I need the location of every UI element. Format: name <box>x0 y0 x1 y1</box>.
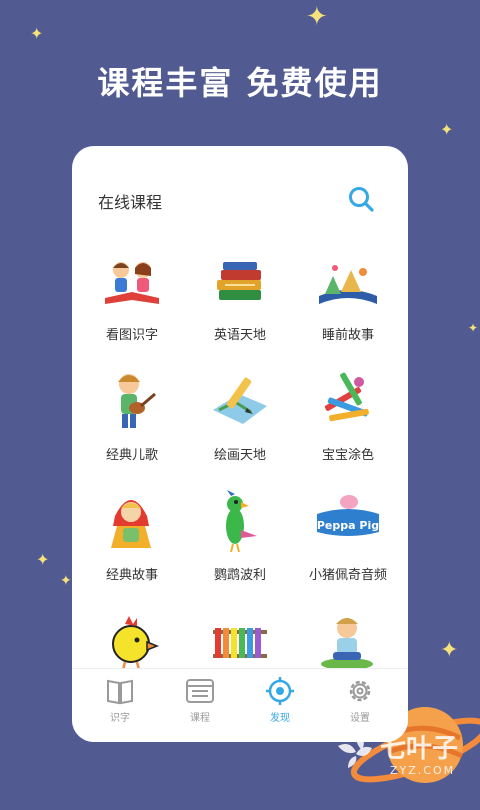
peppa-pig-logo-icon: Peppa Pig <box>317 495 379 536</box>
course-label: 鹦鹉波利 <box>213 568 266 583</box>
headline: 课程丰富 免费使用 <box>97 64 383 102</box>
course-list-icon <box>186 679 214 703</box>
course-label: 经典故事 <box>105 568 158 583</box>
course-label: 宝宝涂色 <box>321 448 374 463</box>
xylophone-icon <box>213 628 267 658</box>
course-item[interactable]: 经典儿歌 <box>76 358 188 478</box>
course-item[interactable]: 宝宝涂色 <box>292 358 404 478</box>
star-icon: ✦ <box>468 321 479 335</box>
star-icon: ✦ <box>440 120 454 139</box>
boy-sitting-icon <box>321 618 373 670</box>
chick-icon <box>112 616 160 671</box>
course-item[interactable]: 看图识字 <box>76 238 188 358</box>
target-icon <box>266 677 294 705</box>
star-icon: ✦ <box>30 24 44 43</box>
kids-reading-icon <box>105 262 159 304</box>
tab-discover[interactable]: 发现 <box>238 669 322 742</box>
section-title: 在线课程 <box>98 193 163 212</box>
girl-doll-icon <box>111 500 151 548</box>
tab-courses[interactable]: 课程 <box>158 669 242 742</box>
app-card: 在线课程 看图识字 英语天地 睡前故事 经典儿歌 绘画天地 宝宝涂色 经典故事 … <box>72 146 408 742</box>
leaf-logo-icon <box>338 730 372 768</box>
course-label: 睡前故事 <box>321 328 374 343</box>
search-icon[interactable] <box>346 184 376 214</box>
book-icon <box>107 679 133 705</box>
watermark-text: 七叶子 <box>380 734 459 764</box>
star-icon: ✦ <box>36 550 50 569</box>
storybook-icon <box>319 265 377 304</box>
parrot-icon <box>226 490 257 553</box>
crayons-icon <box>324 372 369 422</box>
tab-label: 识字 <box>110 713 130 724</box>
course-item[interactable]: 绘画天地 <box>184 358 296 478</box>
peppa-logo-text: Peppa Pig <box>317 519 379 532</box>
course-item[interactable]: Peppa Pig 小猪佩奇音频 <box>292 478 404 598</box>
course-label: 小猪佩奇音频 <box>308 568 387 583</box>
course-item[interactable]: 经典故事 <box>76 478 188 598</box>
star-icon: ✦ <box>60 573 72 589</box>
course-label: 经典儿歌 <box>105 448 158 463</box>
course-label: 英语天地 <box>213 328 266 343</box>
star-icon: ✦ <box>306 2 328 32</box>
star-icon: ✦ <box>440 638 459 663</box>
tab-label: 发现 <box>270 713 290 724</box>
tab-literacy[interactable]: 识字 <box>78 669 162 742</box>
gear-icon <box>349 680 371 702</box>
pencil-drawing-icon <box>213 377 267 424</box>
tab-label: 课程 <box>190 713 210 724</box>
watermark-sub: ZYZ.COM <box>390 764 456 777</box>
watermark: 七叶子 ZYZ.COM <box>330 720 480 790</box>
course-label: 看图识字 <box>105 328 158 343</box>
boy-guitar-icon <box>118 374 156 428</box>
books-icon <box>217 262 261 300</box>
course-item[interactable]: 英语天地 <box>184 238 296 358</box>
course-item[interactable]: 鹦鹉波利 <box>184 478 296 598</box>
course-item[interactable]: 睡前故事 <box>292 238 404 358</box>
course-label: 绘画天地 <box>213 448 266 463</box>
header-row: 在线课程 <box>72 146 408 246</box>
